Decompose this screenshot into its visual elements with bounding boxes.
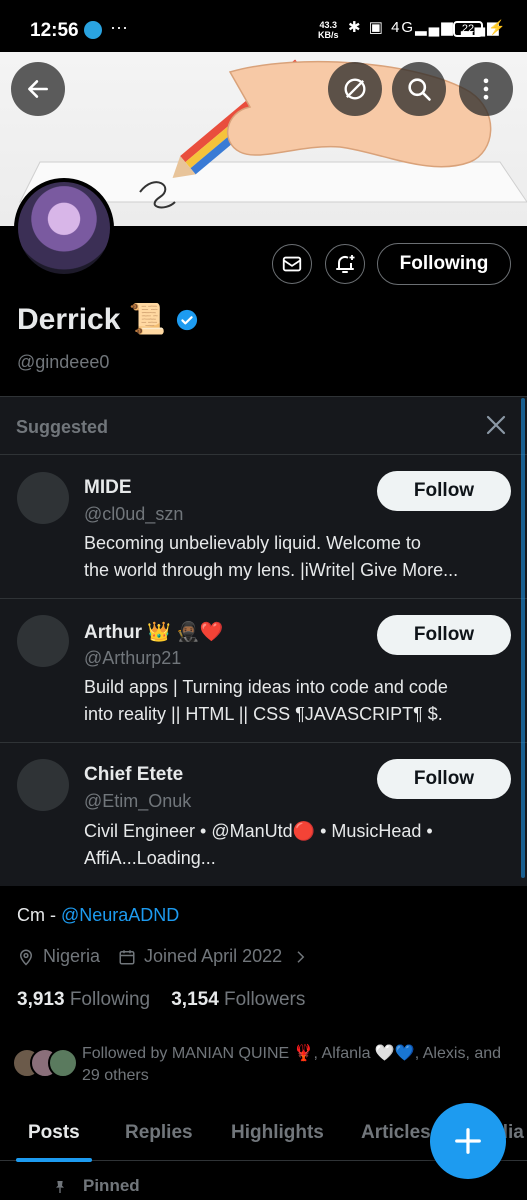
- scrollbar[interactable]: [521, 398, 525, 878]
- compose-button[interactable]: [430, 1103, 506, 1179]
- divider: [0, 396, 527, 397]
- more-options-button[interactable]: [459, 62, 513, 116]
- suggested-avatar[interactable]: [17, 615, 69, 667]
- suggested-handle: @cl0ud_szn: [84, 504, 184, 524]
- close-icon[interactable]: [484, 413, 508, 437]
- search-button[interactable]: [392, 62, 446, 116]
- suggested-handle: @Etim_Onuk: [84, 791, 192, 811]
- profile-avatar[interactable]: [14, 178, 114, 278]
- suggested-avatar[interactable]: [17, 759, 69, 811]
- verified-badge-icon[interactable]: [176, 309, 198, 331]
- more-vertical-icon: [483, 78, 489, 100]
- mail-icon: [282, 256, 302, 272]
- status-time: 12:56: [30, 20, 79, 41]
- tab-replies[interactable]: Replies: [125, 1122, 193, 1144]
- following-button[interactable]: Following: [377, 243, 511, 285]
- profile-meta: Nigeria Joined April 2022: [17, 946, 308, 967]
- profile-bio: Cm - @NeuraADND: [17, 905, 180, 925]
- message-button[interactable]: [272, 244, 312, 284]
- telegram-icon: [84, 21, 102, 39]
- divider: [0, 598, 527, 599]
- pinned-label: Pinned: [83, 1176, 140, 1195]
- suggested-handle: @Arthurp21: [84, 648, 182, 668]
- charging-icon: ⚡: [488, 19, 506, 35]
- joined-text: Joined April 2022: [144, 946, 283, 966]
- suggested-name[interactable]: Arthur 👑 🥷🏾❤️: [84, 620, 224, 644]
- followers-stat[interactable]: 3,154 Followers: [171, 989, 305, 1010]
- location-pin-icon: [19, 949, 33, 966]
- back-button[interactable]: [11, 62, 65, 116]
- location-text: Nigeria: [43, 946, 101, 966]
- suggested-name[interactable]: MIDE: [84, 477, 132, 499]
- status-more: ···: [110, 17, 128, 37]
- follower-avatar: [48, 1048, 78, 1078]
- following-stat[interactable]: 3,913 Following: [17, 989, 150, 1010]
- bio-mention-link[interactable]: @NeuraADND: [61, 905, 179, 925]
- follow-button[interactable]: Follow: [377, 615, 511, 655]
- suggested-bio: Civil Engineer • @ManUtd🔴 • MusicHead • A…: [84, 821, 433, 868]
- tab-articles[interactable]: Articles: [361, 1122, 431, 1144]
- notify-button[interactable]: [325, 244, 365, 284]
- mute-button[interactable]: [328, 62, 382, 116]
- scroll-emoji: 📜: [128, 303, 167, 336]
- chevron-right-icon[interactable]: [294, 948, 308, 966]
- bell-plus-icon: [336, 255, 355, 273]
- calendar-icon: [119, 949, 135, 964]
- suggested-avatar[interactable]: [17, 472, 69, 524]
- divider: [0, 742, 527, 743]
- active-tab-indicator: [16, 1158, 92, 1162]
- pin-icon: [56, 1181, 64, 1193]
- tab-highlights[interactable]: Highlights: [231, 1122, 324, 1144]
- plus-icon: [455, 1128, 481, 1154]
- suggested-name[interactable]: Chief Etete: [84, 764, 183, 786]
- follow-button[interactable]: Follow: [377, 759, 511, 799]
- back-arrow-icon: [28, 80, 48, 98]
- profile-name: Derrick 📜: [17, 303, 167, 336]
- search-icon: [408, 78, 431, 101]
- suggested-bio: Becoming unbelievably liquid. Welcome to…: [84, 533, 459, 580]
- battery-icon: 22: [453, 21, 483, 37]
- network-speed: 43.3 KB/s: [318, 20, 339, 40]
- profile-handle: @gindeee0: [17, 352, 110, 372]
- no-notifications-icon: [344, 78, 366, 100]
- suggested-title: Suggested: [16, 417, 109, 437]
- follow-stats: 3,913 Following 3,154 Followers: [17, 989, 305, 1011]
- suggested-bio: Build apps | Turning ideas into code and…: [84, 677, 448, 724]
- tab-posts[interactable]: Posts: [28, 1122, 80, 1144]
- followed-by-text[interactable]: Followed by MANIAN QUINE 🦞, Alfanla 🤍💙, …: [82, 1043, 512, 1087]
- follow-button[interactable]: Follow: [377, 471, 511, 511]
- divider: [0, 454, 527, 455]
